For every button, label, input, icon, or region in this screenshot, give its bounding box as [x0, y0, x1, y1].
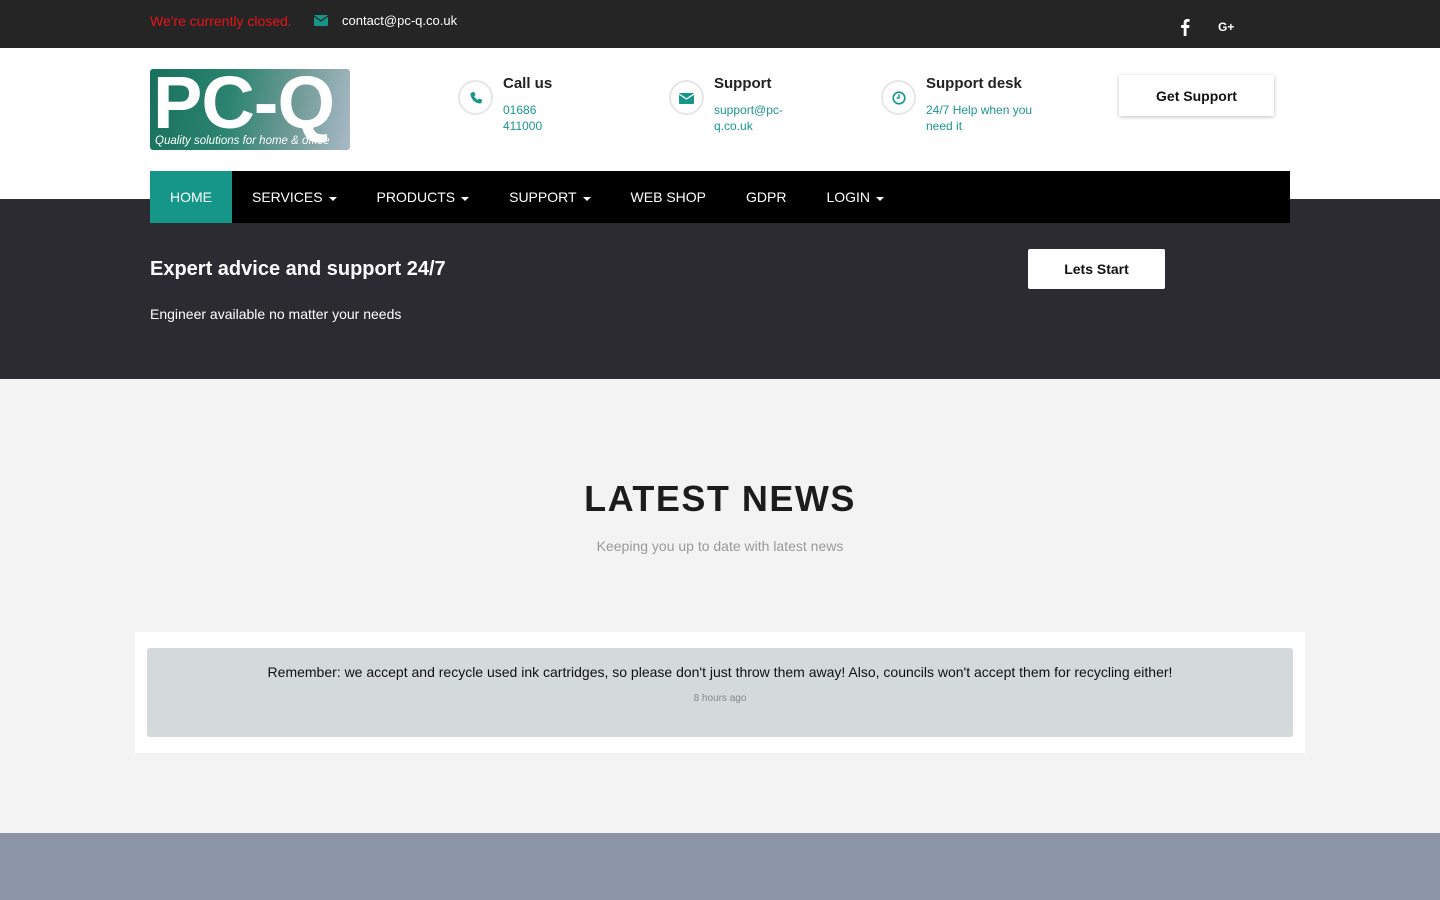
nav-products[interactable]: PRODUCTS — [357, 171, 490, 223]
phone-icon — [458, 80, 493, 115]
nav-label: PRODUCTS — [376, 189, 456, 205]
caret-down-icon — [582, 196, 591, 201]
site-logo[interactable]: PC-Q Quality solutions for home & office — [150, 69, 350, 150]
news-message: Remember: we accept and recycle used ink… — [267, 664, 1173, 680]
contact-email-link[interactable]: contact@pc-q.co.uk — [342, 13, 457, 28]
facebook-icon[interactable] — [1178, 18, 1192, 36]
nav-label: WEB SHOP — [630, 189, 707, 205]
nav-web-shop[interactable]: WEB SHOP — [611, 171, 726, 223]
phone-number-link[interactable]: 01686 411000 — [503, 102, 542, 134]
support-email-link[interactable]: support@pc-q.co.uk — [714, 102, 783, 134]
nav-label: GDPR — [746, 189, 787, 205]
logo-tagline: Quality solutions for home & office — [155, 135, 330, 147]
nav-label: HOME — [170, 189, 212, 205]
nav-label: SERVICES — [252, 189, 323, 205]
lets-start-button[interactable]: Lets Start — [1028, 249, 1165, 289]
nav-support[interactable]: SUPPORT — [489, 171, 610, 223]
google-plus-icon[interactable]: G+ — [1218, 21, 1234, 33]
top-bar: We're currently closed. contact@pc-q.co.… — [0, 0, 1440, 48]
main-nav: HOME SERVICES PRODUCTS SUPPORT WEB SHOP … — [150, 171, 1290, 223]
nav-label: SUPPORT — [509, 189, 577, 205]
caret-down-icon — [461, 196, 470, 201]
news-section-title: LATEST NEWS — [584, 478, 856, 519]
opening-status: We're currently closed. — [150, 13, 292, 29]
get-support-button[interactable]: Get Support — [1119, 75, 1274, 116]
envelope-icon — [314, 15, 328, 26]
nav-login[interactable]: LOGIN — [806, 171, 904, 223]
nav-label: LOGIN — [826, 189, 871, 205]
nav-gdpr[interactable]: GDPR — [726, 171, 806, 223]
call-us-title: Call us — [503, 75, 553, 92]
support-title: Support — [714, 75, 772, 92]
clock-icon — [881, 80, 916, 115]
support-desk-title: Support desk — [926, 75, 1022, 92]
envelope-icon — [669, 80, 704, 115]
hero-subtitle: Engineer available no matter your needs — [150, 306, 402, 322]
news-timestamp: 8 hours ago — [693, 693, 747, 704]
hero-banner: Expert advice and support 24/7 Engineer … — [0, 199, 1440, 379]
support-desk-text: 24/7 Help when you need it — [926, 103, 1033, 133]
news-section-subtitle: Keeping you up to date with latest news — [596, 538, 844, 554]
caret-down-icon — [876, 196, 885, 201]
nav-home[interactable]: HOME — [150, 171, 232, 223]
nav-services[interactable]: SERVICES — [232, 171, 357, 223]
news-panel: Remember: we accept and recycle used ink… — [135, 632, 1305, 753]
caret-down-icon — [328, 196, 337, 201]
hero-title: Expert advice and support 24/7 — [150, 258, 446, 280]
news-item: Remember: we accept and recycle used ink… — [147, 648, 1293, 737]
logo-text: PC-Q — [153, 69, 335, 144]
footer — [0, 833, 1440, 900]
